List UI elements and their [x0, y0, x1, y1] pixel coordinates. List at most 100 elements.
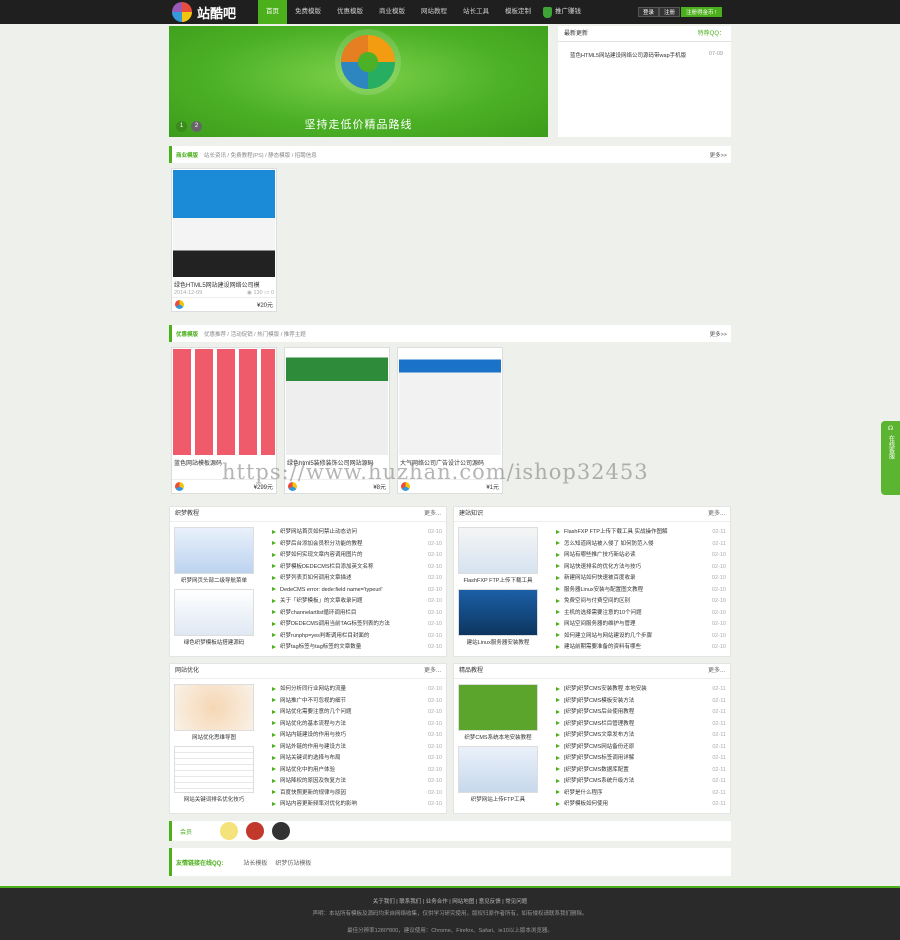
member-avatar[interactable]: [220, 822, 239, 840]
article-thumbnail[interactable]: [174, 684, 254, 731]
member-avatar[interactable]: [246, 822, 265, 840]
article-list-item[interactable]: 织梦如何实现文章内容调用图片的 02-10: [272, 550, 442, 562]
article-box-seo: 网站优化 更多... 网站优化思维导图 网站关键词排名优化技巧 如何分析同行业网站…: [169, 663, 447, 814]
article-list-item[interactable]: 织梦tag标签与tag标签的文章数量 02-10: [272, 642, 442, 654]
article-list-item[interactable]: 网站有哪些推广技巧新站必读 02-10: [556, 550, 726, 562]
article-list-item[interactable]: DedeCMS error: dede:field name='typeurl'…: [272, 585, 442, 597]
nav-tutorial[interactable]: 网站教程: [413, 0, 455, 24]
article-list-item[interactable]: 网站关键词的选择与布局 02-10: [272, 753, 442, 765]
article-list-item[interactable]: [织梦]织梦CMS数据库配置 02-11: [556, 765, 726, 777]
article-list-item[interactable]: 网站优化中的用户体验 02-10: [272, 765, 442, 777]
headset-icon: ☊: [887, 426, 894, 432]
nav-promote[interactable]: 推广赚钱: [539, 0, 589, 24]
online-service-button[interactable]: ☊ 在线客服: [881, 421, 900, 495]
article-box-dede: 织梦教程 更多... 织梦网页头部二级导航菜单 绿色织梦模板站搭建源码 织梦网站首…: [169, 506, 447, 657]
register-button[interactable]: 注册: [659, 7, 681, 17]
watermark: https://www.huzhan.com/ishop32453: [222, 460, 649, 484]
banner-slogan: 坚持走低价精品路线: [304, 119, 413, 131]
article-thumbnail[interactable]: [458, 589, 538, 636]
article-list-item[interactable]: 如何建立网站与网站建设的几个步骤 02-10: [556, 631, 726, 643]
article-thumbnail[interactable]: [458, 746, 538, 793]
article-list-item[interactable]: 织梦runphp=yes判断调用栏目封面的 02-10: [272, 631, 442, 643]
article-list-item[interactable]: 网站推广中不可忽视的细节 02-10: [272, 696, 442, 708]
article-list-item[interactable]: [织梦]织梦CMS标签调用详解 02-11: [556, 753, 726, 765]
article-list-item[interactable]: 织梦是什么程序 02-11: [556, 788, 726, 800]
banner-slider[interactable]: 坚持走低价精品路线 1 2: [169, 26, 548, 137]
article-thumbnail[interactable]: [174, 746, 254, 793]
news-qq[interactable]: 特荐QQ：: [698, 26, 725, 41]
article-list-item[interactable]: 免费空间与付费空间的区别 02-10: [556, 596, 726, 608]
article-list-item[interactable]: [织梦]织梦CMS栏目管理教程 02-11: [556, 719, 726, 731]
article-list-item[interactable]: 网站空间服务器的维护与管理 02-10: [556, 619, 726, 631]
article-list-item[interactable]: 织梦网站首页如何禁止动态访问 02-10: [272, 527, 442, 539]
card-thumbnail[interactable]: [399, 349, 501, 455]
nav-discount[interactable]: 优惠模版: [329, 0, 371, 24]
article-list: [织梦]织梦CMS安装教程 本地安装 02-11 [织梦]织梦CMS模板安装方法 02…: [556, 684, 726, 811]
card-thumbnail[interactable]: [286, 349, 388, 455]
article-list-item[interactable]: [织梦]织梦CMS安装教程 本地安装 02-11: [556, 684, 726, 696]
article-list-item[interactable]: [织梦]织梦CMS后台使用教程 02-11: [556, 707, 726, 719]
article-list-item[interactable]: 织梦模板如何使用 02-11: [556, 799, 726, 811]
money-bag-icon: [543, 6, 552, 18]
article-list-item[interactable]: 百度快照更新的规律与原因 02-10: [272, 788, 442, 800]
article-list-item[interactable]: [织梦]织梦CMS系统升级方法 02-11: [556, 776, 726, 788]
article-list-item[interactable]: 网站优化的基本流程与方法 02-10: [272, 719, 442, 731]
nav-home[interactable]: 首页: [258, 0, 287, 24]
biz-more-link[interactable]: 更多>>: [710, 151, 727, 159]
template-card[interactable]: 绿色HTML5网站建设网络公司模 2014-12-09 ◉ 130 ▭ 0 ¥20…: [171, 168, 277, 312]
member-avatar[interactable]: [272, 822, 291, 840]
article-list-item[interactable]: 织梦后台添加会员积分功能的教程 02-10: [272, 539, 442, 551]
article-thumbnail[interactable]: [174, 589, 254, 636]
news-item[interactable]: 蓝色HTML5网站建设网络公司源码带wap手机版 07-09: [558, 42, 731, 59]
section-free-header: 优惠模版 优惠推荐 / 活动促销 / 热门模版 / 推荐主题 更多>>: [169, 325, 731, 342]
article-list-item[interactable]: 织梦channelartlist循环调用栏目 02-10: [272, 608, 442, 620]
site-logo[interactable]: 站酷吧: [172, 2, 236, 22]
article-list-item[interactable]: 织梦DEDECMS调用当前TAG标签列表的方法 02-10: [272, 619, 442, 631]
nav-custom[interactable]: 模板定制: [497, 0, 539, 24]
login-button[interactable]: 登录: [638, 7, 660, 17]
article-list: 如何分析同行业网站的流量 02-10 网站推广中不可忽视的细节 02-10 网站优化需要…: [272, 684, 442, 811]
nav-business[interactable]: 商业模版: [371, 0, 413, 24]
article-list-item[interactable]: 怎么知道网站被入侵了 如何防范入侵 02-11: [556, 539, 726, 551]
card-thumbnail[interactable]: [173, 349, 275, 455]
banner-emblem-icon: [341, 35, 395, 89]
author-avatar[interactable]: [175, 482, 184, 491]
slide-dot-2[interactable]: 2: [191, 121, 202, 132]
article-list-item[interactable]: 服务器Linux安装与配置图文教程 02-10: [556, 585, 726, 597]
vip-button[interactable]: 注册得金币 !: [681, 7, 722, 17]
article-list-item[interactable]: 网站快速排名的优化方法与技巧 02-10: [556, 562, 726, 574]
article-list-item[interactable]: 网站降权的原因及恢复方法 02-10: [272, 776, 442, 788]
article-list-item[interactable]: 网站外链的作用与建设方法 02-10: [272, 742, 442, 754]
article-list-item[interactable]: 织梦列表页如何调用文章描述 02-10: [272, 573, 442, 585]
article-list-item[interactable]: [织梦]织梦CMS模板安装方法 02-11: [556, 696, 726, 708]
nav-tools[interactable]: 站长工具: [455, 0, 497, 24]
friend-link[interactable]: 织梦仿站模板: [275, 858, 311, 867]
article-list-item[interactable]: 网站内容更新频率对优化的影响 02-10: [272, 799, 442, 811]
article-list-item[interactable]: 建站前期需要准备的资料有哪些 02-10: [556, 642, 726, 654]
article-list-item[interactable]: [织梦]织梦CMS文章发布方法 02-11: [556, 730, 726, 742]
card-thumbnail[interactable]: [173, 170, 275, 277]
article-list-item[interactable]: 关于「织梦模板」的文章收录问题 02-10: [272, 596, 442, 608]
members-bar: 会员: [169, 821, 731, 841]
comment-icon: ▭: [264, 290, 271, 296]
footer-links[interactable]: 关于我们 | 联系我们 | 业务合作 | 网站地图 | 意见反馈 | 常见问题: [0, 888, 900, 905]
article-list-item[interactable]: FlashFXP FTP上传下载工具 实战操作图解 02-11: [556, 527, 726, 539]
article-list-item[interactable]: 主机的选择需要注意的10个问题 02-10: [556, 608, 726, 620]
article-list-item[interactable]: 网站内链建设的作用与技巧 02-10: [272, 730, 442, 742]
article-list-item[interactable]: [织梦]织梦CMS网站备份还原 02-11: [556, 742, 726, 754]
nav-free[interactable]: 免费模版: [287, 0, 329, 24]
article-thumbnail[interactable]: [174, 527, 254, 574]
slide-dot-1[interactable]: 1: [176, 121, 187, 132]
friend-link[interactable]: 站长模板: [243, 858, 267, 867]
article-box-build: 建站知识 更多... FlashFXP FTP上传下载工具 建站Linux服务器安…: [453, 506, 731, 657]
article-list: FlashFXP FTP上传下载工具 实战操作图解 02-11 怎么知道网站被入侵了…: [556, 527, 726, 654]
article-thumbnail[interactable]: [458, 527, 538, 574]
article-list-item[interactable]: 网站优化需要注意的几个问题 02-10: [272, 707, 442, 719]
article-list-item[interactable]: 如何分析同行业网站的流量 02-10: [272, 684, 442, 696]
author-avatar[interactable]: [175, 300, 184, 309]
article-list-item[interactable]: 新建网站如何快速被百度收录 02-10: [556, 573, 726, 585]
article-list-item[interactable]: 织梦模板DEDECMS栏目添加英文名称 02-10: [272, 562, 442, 574]
article-thumbnail[interactable]: [458, 684, 538, 731]
footer: 关于我们 | 联系我们 | 业务合作 | 网站地图 | 意见反馈 | 常见问题 …: [0, 886, 900, 940]
free-more-link[interactable]: 更多>>: [710, 330, 727, 338]
